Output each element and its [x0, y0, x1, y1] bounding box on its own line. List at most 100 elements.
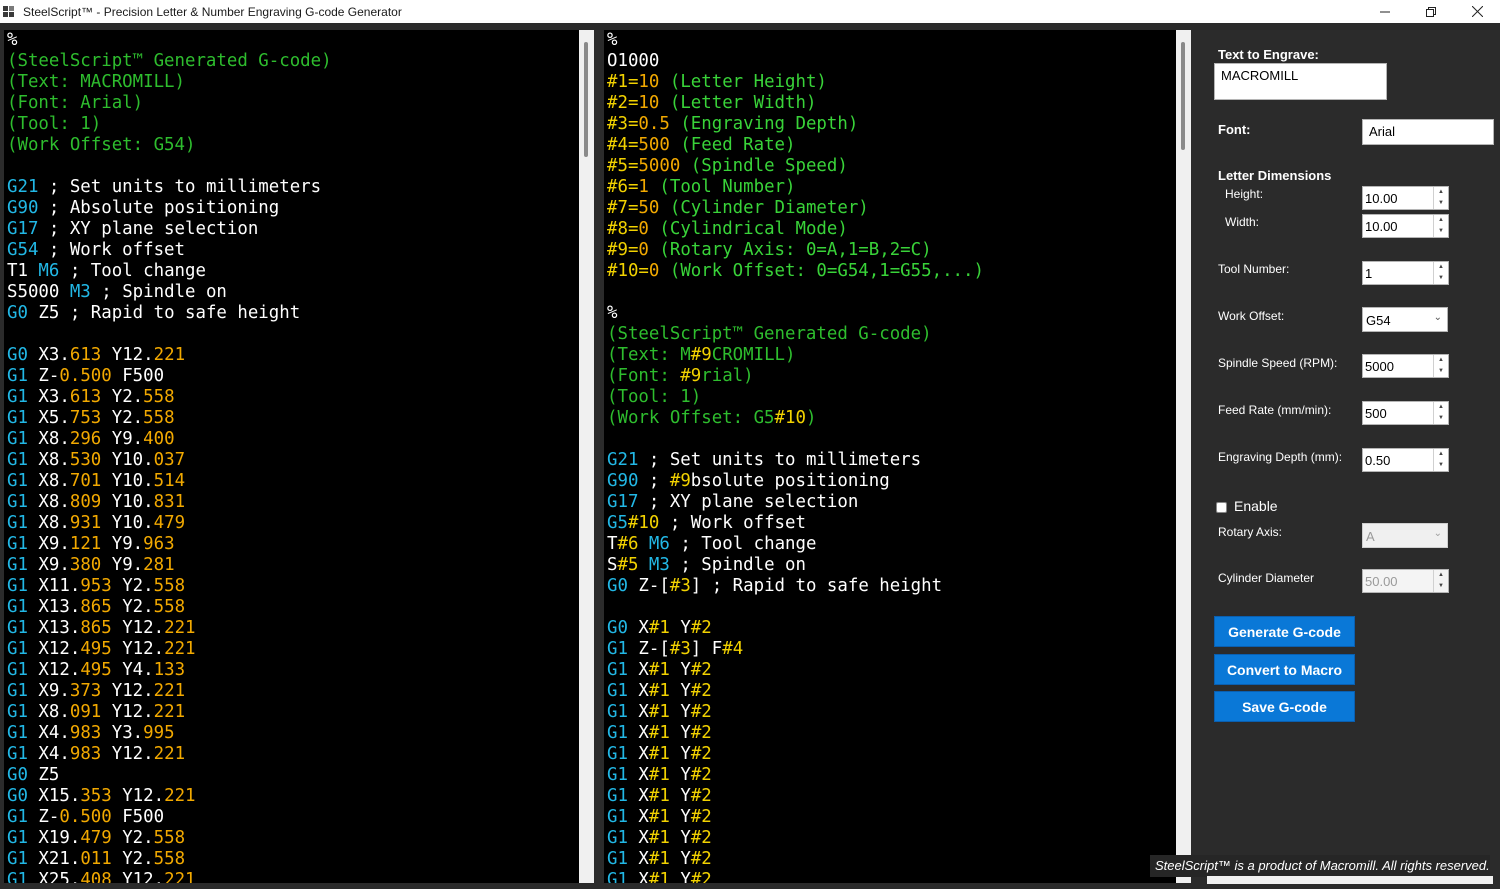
code-token: #2: [690, 681, 712, 701]
enable-checkbox[interactable]: [1216, 502, 1227, 513]
stepper-up-icon[interactable]: ▲: [1434, 215, 1448, 226]
code-line: #5=5000 (Spindle Speed): [607, 156, 1176, 177]
code-token: G0: [7, 786, 28, 806]
code-token: #3=: [607, 114, 639, 134]
stepper-up-icon[interactable]: ▲: [1434, 449, 1448, 460]
stepper-up-icon[interactable]: ▲: [1434, 570, 1448, 581]
generate-gcode-button[interactable]: Generate G-code: [1214, 616, 1355, 647]
gcode-output-pane[interactable]: % (SteelScript™ Generated G-code) (Text: M…: [4, 30, 579, 883]
panel-scrollbar[interactable]: [1207, 876, 1493, 884]
stepper-down-icon[interactable]: ▼: [1434, 198, 1448, 209]
code-token: Y: [669, 702, 691, 722]
code-token: (SteelScript™ Generated G-code): [7, 51, 332, 71]
code-token: G1: [607, 765, 628, 785]
stepper-down-icon[interactable]: ▼: [1434, 273, 1448, 284]
code-token: X8.: [27, 471, 70, 491]
code-token: 530: [69, 450, 102, 470]
code-token: 701: [69, 471, 102, 491]
gcode-scrollbar[interactable]: [579, 30, 594, 883]
code-token: M3: [648, 555, 670, 575]
height-stepper[interactable]: 10.00 ▲ ▼: [1362, 186, 1449, 210]
font-input[interactable]: Arial: [1362, 119, 1494, 145]
code-line: G1 X#1 Y#2: [607, 870, 1176, 883]
code-token: #1: [648, 723, 670, 743]
code-line: G1 X8.701 Y10.514: [7, 471, 579, 492]
stepper-up-icon[interactable]: ▲: [1434, 402, 1448, 413]
restore-button[interactable]: [1408, 0, 1454, 23]
code-token: 373: [69, 681, 102, 701]
code-token: (Work Offset: G54): [7, 135, 196, 155]
spindle-speed-stepper[interactable]: 5000 ▲ ▼: [1362, 354, 1449, 378]
code-token: G1: [607, 681, 628, 701]
code-token: Y12.: [101, 702, 154, 722]
code-token: M6: [648, 534, 670, 554]
code-line: G1 X9.121 Y9.963: [7, 534, 579, 555]
macro-scrollbar[interactable]: [1176, 30, 1191, 883]
code-token: X: [627, 786, 649, 806]
code-line: G1 X5.753 Y2.558: [7, 408, 579, 429]
cylinder-diameter-stepper[interactable]: 50.00 ▲ ▼: [1362, 569, 1449, 593]
code-token: X9.: [27, 681, 70, 701]
scrollbar-thumb[interactable]: [1181, 42, 1185, 150]
code-token: X15.: [27, 786, 81, 806]
code-line: G54 ; Work offset: [7, 240, 579, 261]
code-token: #2: [690, 807, 712, 827]
code-token: X8.: [27, 492, 70, 512]
code-token: #6: [617, 534, 639, 554]
tool-number-stepper[interactable]: 1 ▲ ▼: [1362, 261, 1449, 285]
stepper-down-icon[interactable]: ▼: [1434, 226, 1448, 237]
engraving-depth-stepper[interactable]: 0.50 ▲ ▼: [1362, 448, 1449, 472]
convert-to-macro-button[interactable]: Convert to Macro: [1214, 654, 1355, 685]
text-to-engrave-input[interactable]: MACROMILL: [1214, 63, 1387, 100]
scrollbar-thumb[interactable]: [584, 42, 588, 157]
save-gcode-button[interactable]: Save G-code: [1214, 691, 1355, 722]
code-token: Y9.: [101, 555, 144, 575]
code-token: 353: [80, 786, 112, 806]
code-token: 408: [80, 870, 112, 883]
code-token: #1: [648, 618, 670, 638]
height-label: Height:: [1225, 187, 1264, 201]
code-token: #2: [690, 723, 712, 743]
code-line: T1 M6 ; Tool change: [7, 261, 579, 282]
stepper-down-icon[interactable]: ▼: [1434, 366, 1448, 377]
stepper-down-icon[interactable]: ▼: [1434, 460, 1448, 471]
code-token: M6: [38, 261, 60, 281]
code-line: G1 X19.479 Y2.558: [7, 828, 579, 849]
code-token: G1: [7, 597, 28, 617]
feed-rate-stepper[interactable]: 500 ▲ ▼: [1362, 401, 1449, 425]
code-line: G0 X15.353 Y12.221: [7, 786, 579, 807]
code-token: G0: [7, 303, 28, 323]
code-line: G1 X11.953 Y2.558: [7, 576, 579, 597]
stepper-down-icon[interactable]: ▼: [1434, 413, 1448, 424]
minimize-button[interactable]: [1362, 0, 1408, 23]
code-token: G1: [7, 723, 28, 743]
width-stepper[interactable]: 10.00 ▲ ▼: [1362, 214, 1449, 238]
code-token: G5: [607, 513, 628, 533]
code-token: 500: [638, 135, 670, 155]
code-line: (Tool: 1): [7, 114, 579, 135]
code-token: (Feed Rate): [669, 135, 796, 155]
settings-panel: Text to Engrave: MACROMILL Font: Arial L…: [1195, 23, 1500, 889]
code-token: (Letter Height): [659, 72, 827, 92]
spindle-speed-label: Spindle Speed (RPM):: [1218, 356, 1338, 370]
code-token: (Letter Width): [659, 93, 817, 113]
close-button[interactable]: [1454, 0, 1500, 23]
code-token: %: [7, 30, 18, 50]
stepper-up-icon[interactable]: ▲: [1434, 262, 1448, 273]
stepper-up-icon[interactable]: ▲: [1434, 355, 1448, 366]
code-token: G54: [7, 240, 39, 260]
rotary-axis-select[interactable]: A ⌄: [1362, 523, 1448, 548]
code-token: Y2.: [111, 576, 154, 596]
work-offset-select[interactable]: G54 ⌄: [1362, 307, 1448, 332]
stepper-down-icon[interactable]: ▼: [1434, 581, 1448, 592]
code-token: Y2.: [101, 408, 144, 428]
code-line: #9=0 (Rotary Axis: 0=A,1=B,2=C): [607, 240, 1176, 261]
stepper-up-icon[interactable]: ▲: [1434, 187, 1448, 198]
code-token: X13.: [27, 618, 81, 638]
code-token: X: [627, 702, 649, 722]
macro-output-pane[interactable]: % O1000 #1=10 (Letter Height) #2=10 (Letter…: [604, 30, 1176, 883]
code-line: S5000 M3 ; Spindle on: [7, 282, 579, 303]
